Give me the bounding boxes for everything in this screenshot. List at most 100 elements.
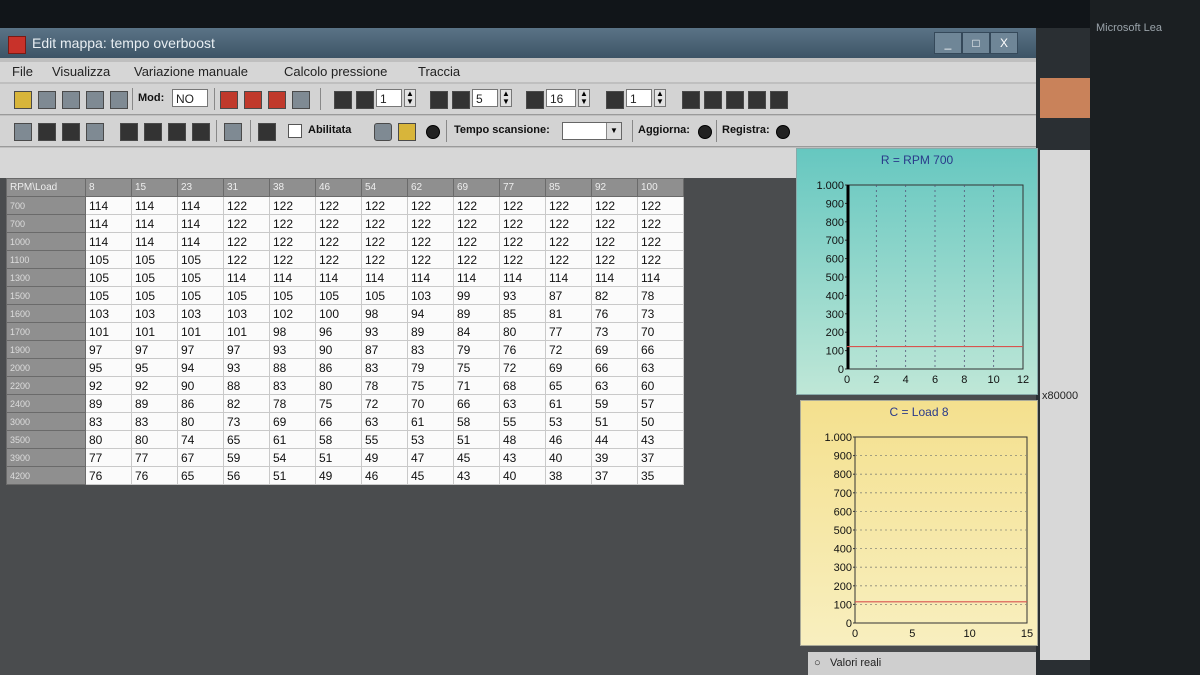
table-cell[interactable]: 58 [453,412,500,431]
table-cell[interactable]: 67 [177,448,224,467]
table-cell[interactable]: 35 [637,466,684,485]
table-cell[interactable]: 37 [591,466,638,485]
table-cell[interactable]: 45 [453,448,500,467]
table-cell[interactable]: 101 [223,322,270,341]
table-cell[interactable]: 95 [131,358,178,377]
table-cell[interactable]: 72 [361,394,408,413]
table-cell[interactable]: 80 [177,412,224,431]
table-cell[interactable]: 114 [361,268,408,287]
table-cell[interactable]: 39 [591,448,638,467]
menu-variazione-manuale[interactable]: Variazione manuale [134,64,248,79]
table-cell[interactable]: 53 [407,430,454,449]
table-cell[interactable]: 47 [407,448,454,467]
table-cell[interactable]: 80 [131,430,178,449]
table-cell[interactable]: 78 [269,394,316,413]
table-cell[interactable]: 122 [499,214,546,233]
table-cell[interactable]: 105 [361,286,408,305]
table-cell[interactable]: 97 [85,340,132,359]
table-cell[interactable]: 88 [223,376,270,395]
step-down-icon[interactable] [452,91,470,109]
abilitata-checkbox[interactable] [288,124,302,138]
table-cell[interactable]: 76 [591,304,638,323]
table-cell[interactable]: 82 [223,394,270,413]
table-cell[interactable]: 93 [269,340,316,359]
grid-a-icon[interactable] [120,123,138,141]
table-cell[interactable]: 105 [131,286,178,305]
table-cell[interactable]: 63 [637,358,684,377]
table-cell[interactable]: 122 [223,214,270,233]
table-cell[interactable]: 122 [223,250,270,269]
table-cell[interactable]: 61 [407,412,454,431]
view-1-icon[interactable] [682,91,700,109]
spin-arrows-3[interactable]: ▲ ▼ [578,89,590,107]
table-cell[interactable]: 50 [637,412,684,431]
table-cell[interactable]: 58 [315,430,362,449]
aggiorna-led-icon[interactable] [698,125,712,139]
table-cell[interactable]: 78 [637,286,684,305]
table-cell[interactable]: 70 [407,394,454,413]
table-cell[interactable]: 51 [591,412,638,431]
table-cell[interactable]: 105 [177,250,224,269]
table-cell[interactable]: 122 [315,196,362,215]
table-cell[interactable]: 100 [315,304,362,323]
table-cell[interactable]: 53 [545,412,592,431]
table-cell[interactable]: 122 [637,196,684,215]
table-cell[interactable]: 78 [361,376,408,395]
table-cell[interactable]: 114 [85,196,132,215]
table-cell[interactable]: 122 [499,250,546,269]
radio-icon[interactable]: ○ [814,657,821,669]
zoom-icon[interactable] [86,123,104,141]
table-cell[interactable]: 44 [591,430,638,449]
grid-c-icon[interactable] [168,123,186,141]
table-cell[interactable]: 105 [177,286,224,305]
step-up-icon[interactable] [430,91,448,109]
table-cell[interactable]: 37 [637,448,684,467]
table-cell[interactable]: 43 [637,430,684,449]
table-cell[interactable]: 105 [269,286,316,305]
export-icon[interactable] [292,91,310,109]
view-4-icon[interactable] [748,91,766,109]
table-cell[interactable]: 76 [85,466,132,485]
table-cell[interactable]: 77 [85,448,132,467]
table-cell[interactable]: 101 [177,322,224,341]
table-cell[interactable]: 75 [315,394,362,413]
table-cell[interactable]: 82 [591,286,638,305]
minimize-button[interactable]: _ [934,32,962,54]
table-cell[interactable]: 89 [85,394,132,413]
table-cell[interactable]: 49 [361,448,408,467]
table-cell[interactable]: 51 [269,466,316,485]
table-cell[interactable]: 46 [361,466,408,485]
table-cell[interactable]: 122 [637,214,684,233]
table-cell[interactable]: 122 [591,232,638,251]
table-cell[interactable]: 114 [407,268,454,287]
table-cell[interactable]: 51 [453,430,500,449]
table-cell[interactable]: 55 [361,430,408,449]
table-cell[interactable]: 114 [591,268,638,287]
pencil-icon[interactable] [14,123,32,141]
table-cell[interactable]: 122 [591,250,638,269]
table-cell[interactable]: 72 [545,340,592,359]
mod-field[interactable]: NO [172,89,208,107]
table-cell[interactable]: 105 [85,250,132,269]
table-cell[interactable]: 103 [177,304,224,323]
table-cell[interactable]: 122 [315,250,362,269]
edit-check-icon[interactable] [220,91,238,109]
table-cell[interactable]: 45 [407,466,454,485]
table-cell[interactable]: 122 [407,196,454,215]
table-cell[interactable]: 84 [453,322,500,341]
spin-field-4[interactable]: 1 [626,89,652,107]
menu-calcolo-pressione[interactable]: Calcolo pressione [284,64,387,79]
table-cell[interactable]: 88 [269,358,316,377]
table-cell[interactable]: 122 [453,250,500,269]
table-cell[interactable]: 73 [591,322,638,341]
table-cell[interactable]: 83 [85,412,132,431]
runner-icon[interactable] [398,123,416,141]
spin-arrows-4[interactable]: ▲ ▼ [654,89,666,107]
spin-field-2[interactable]: 5 [472,89,498,107]
table-cell[interactable]: 79 [407,358,454,377]
table-cell[interactable]: 122 [591,196,638,215]
table-cell[interactable]: 114 [545,268,592,287]
table-cell[interactable]: 95 [85,358,132,377]
table-cell[interactable]: 54 [269,448,316,467]
table-cell[interactable]: 57 [637,394,684,413]
